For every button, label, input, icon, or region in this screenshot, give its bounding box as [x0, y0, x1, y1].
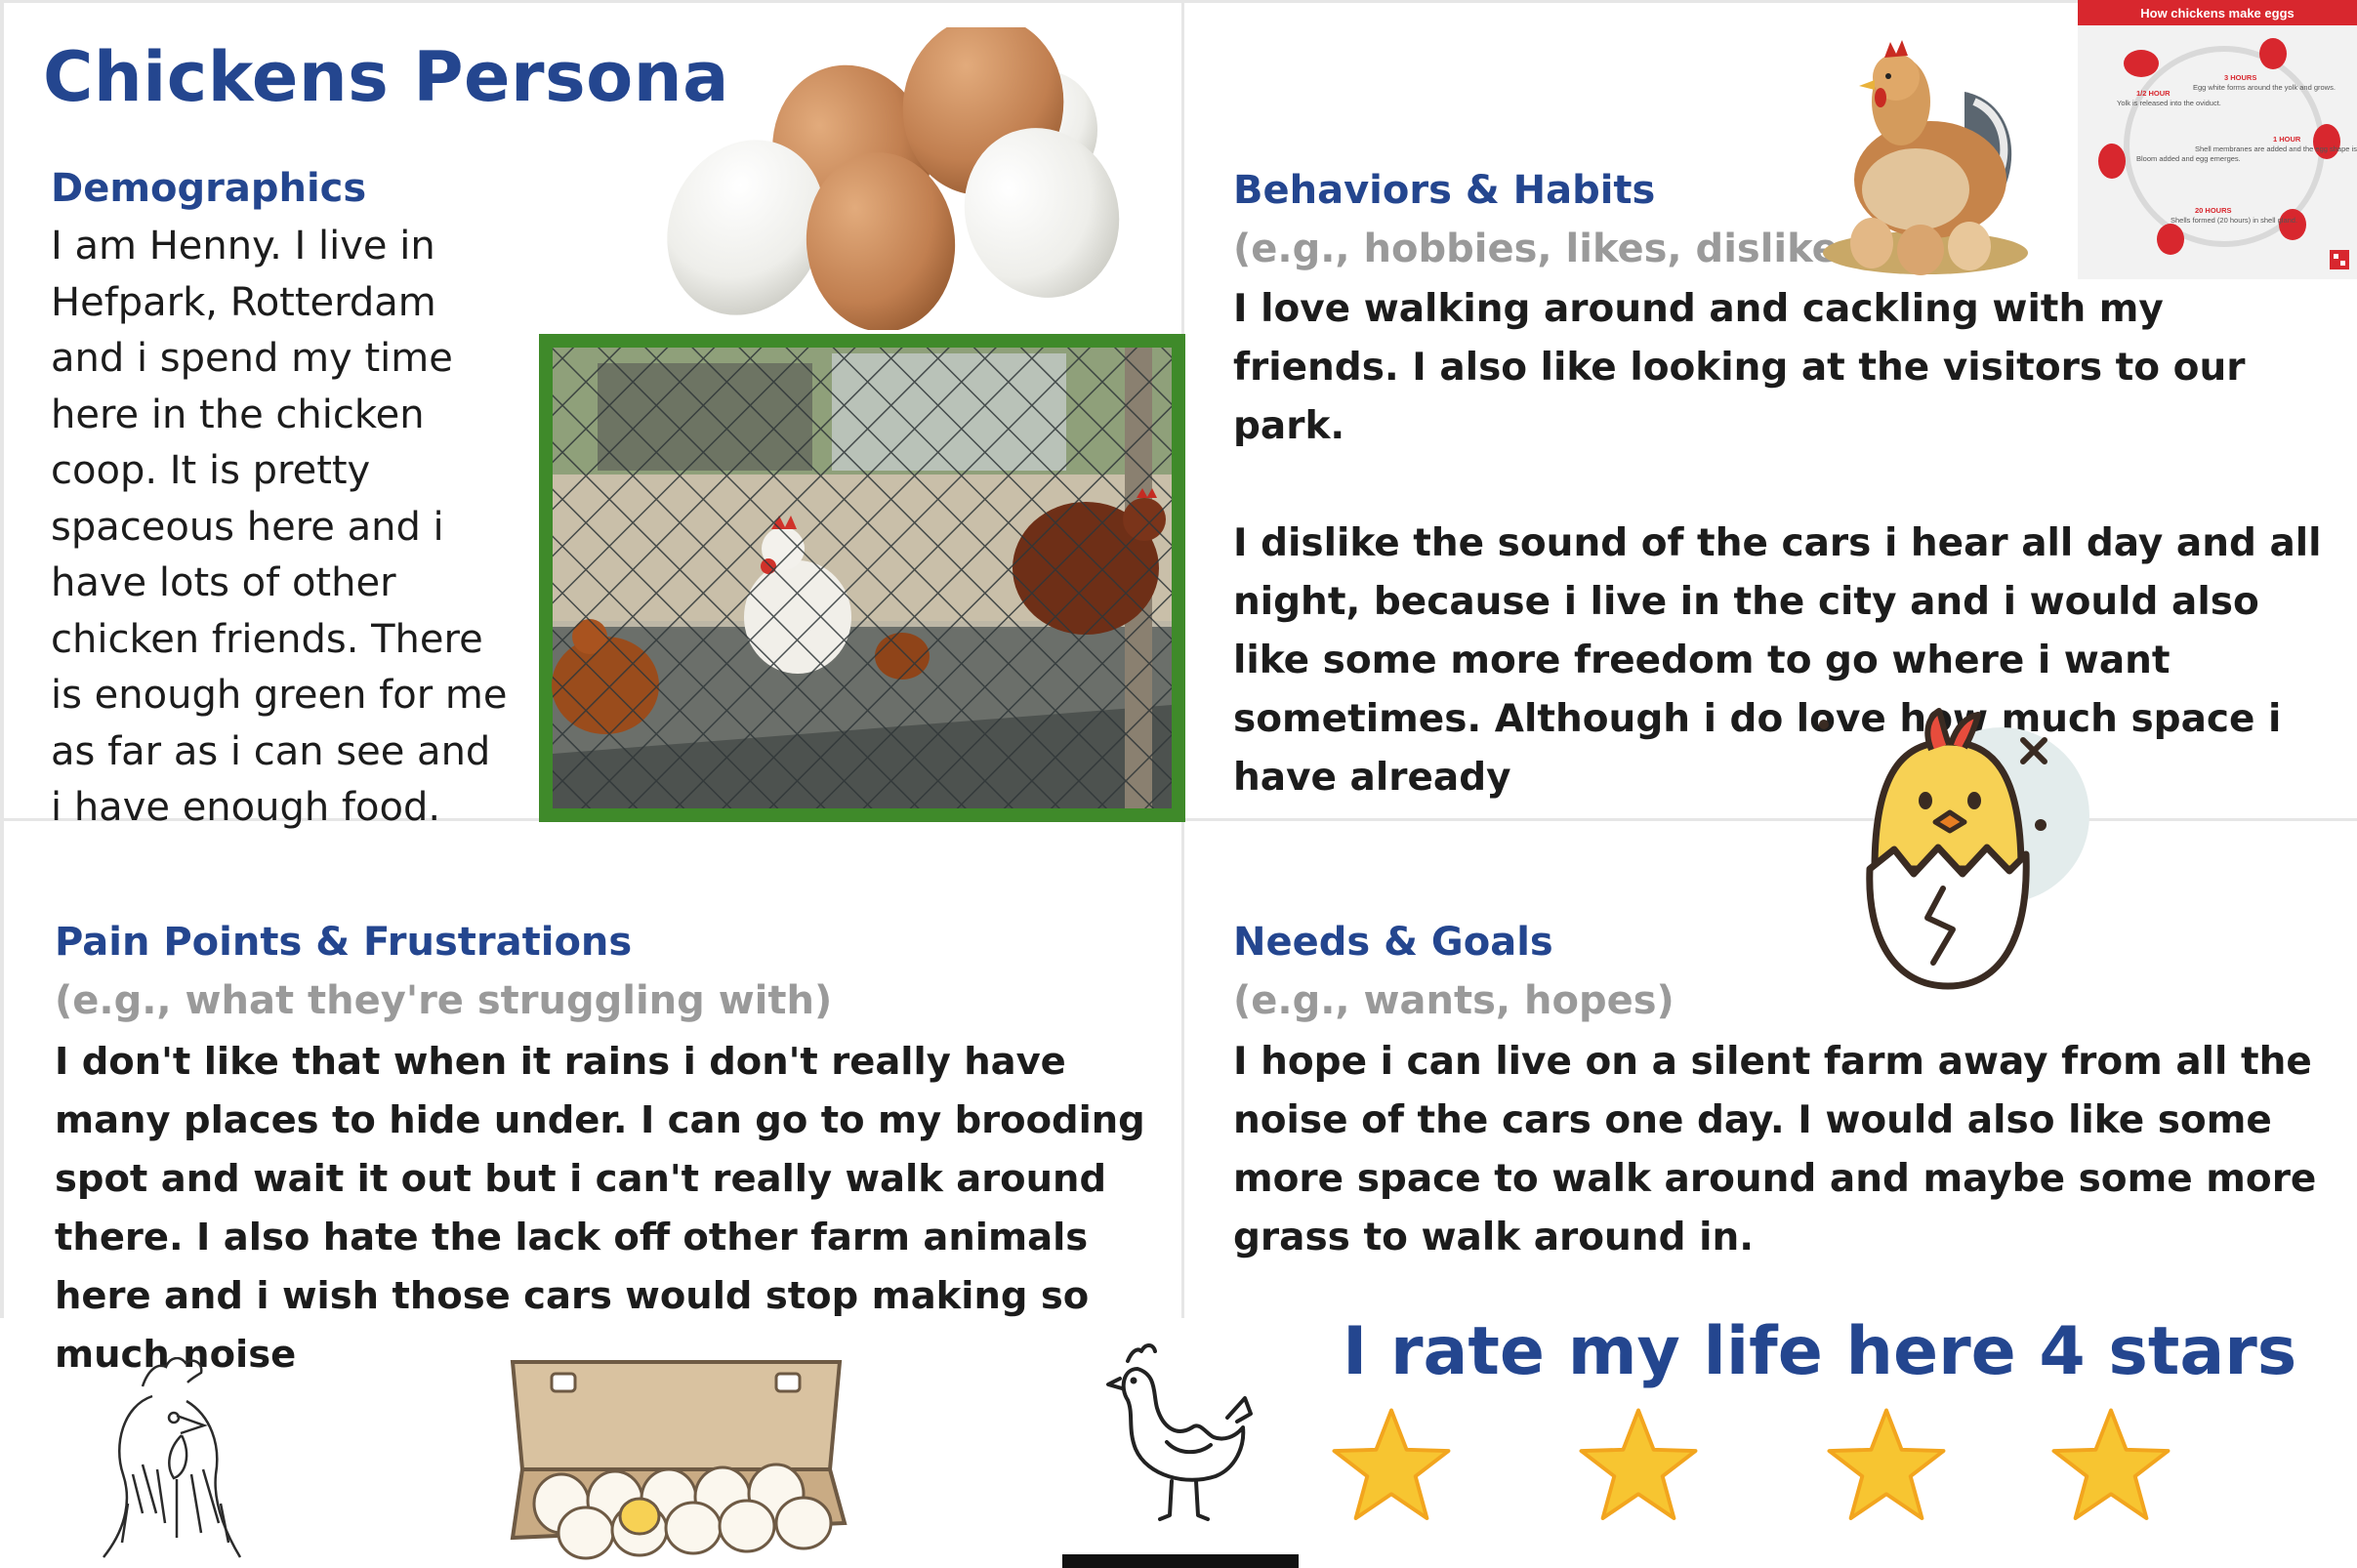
infographic-step-3-time: 1 HOUR: [2273, 135, 2301, 144]
behaviors-text: I love walking around and cackling with …: [1233, 287, 2322, 800]
egg-carton-icon: [510, 1360, 848, 1560]
rooster-sketch-icon: [103, 1357, 242, 1558]
hen-on-eggs-image: [1823, 40, 2028, 275]
infographic-step-5-desc: Bloom added and egg emerges.: [2136, 154, 2241, 163]
infographic-step-4-time: 20 HOURS: [2195, 206, 2232, 215]
frame-top-line: [0, 0, 2357, 3]
frame-left-line: [0, 0, 4, 1318]
pain-points-text: I don't like that when it rains i don't …: [55, 1040, 1145, 1377]
infographic-step-2-desc: Egg white forms around the yolk and grow…: [2193, 83, 2336, 92]
behaviors-heading: Behaviors & Habits: [1233, 168, 1656, 213]
needs-heading: Needs & Goals: [1233, 920, 1553, 965]
chick-in-egg-icon: [1819, 708, 2089, 990]
star-icon: [1827, 1408, 1946, 1520]
demographics-heading: Demographics: [51, 166, 367, 211]
egg-infographic: How chickens make eggs 1/2 HOUR Yolk is …: [2078, 0, 2357, 279]
demographics-text: I am Henny. I live in Hefpark, Rotterdam…: [51, 224, 508, 830]
rating-text: I rate my life here 4 stars: [1343, 1313, 2297, 1390]
infographic-step-2-time: 3 HOURS: [2224, 73, 2256, 82]
needs-hint: (e.g., wants, hopes): [1233, 978, 1675, 1023]
infographic-title: How chickens make eggs: [2140, 6, 2295, 21]
pain-points-heading: Pain Points & Frustrations: [55, 920, 633, 965]
image-watermark-strip: [1062, 1554, 1299, 1568]
infographic-step-1-time: 1/2 HOUR: [2136, 89, 2171, 98]
pain-points-hint: (e.g., what they're struggling with): [55, 978, 833, 1023]
needs-text: I hope i can live on a silent farm away …: [1233, 1040, 2317, 1259]
page-title: Chickens Persona: [43, 37, 729, 117]
chicken-coop-photo: [539, 334, 1185, 822]
star-icon: [1332, 1408, 1451, 1520]
infographic-step-3-desc: Shell membranes are added and the egg sh…: [2195, 144, 2357, 153]
eggs-image: [667, 27, 1120, 330]
infographic-step-4-desc: Shells formed (20 hours) in shell gland.: [2171, 216, 2297, 225]
infographic-step-1-desc: Yolk is released into the oviduct.: [2117, 99, 2221, 107]
behaviors-hint: (e.g., hobbies, likes, dislikes): [1233, 227, 1880, 271]
star-icon: [2051, 1408, 2171, 1520]
chicken-outline-icon: [1106, 1343, 1253, 1521]
star-icon: [1579, 1408, 1698, 1520]
